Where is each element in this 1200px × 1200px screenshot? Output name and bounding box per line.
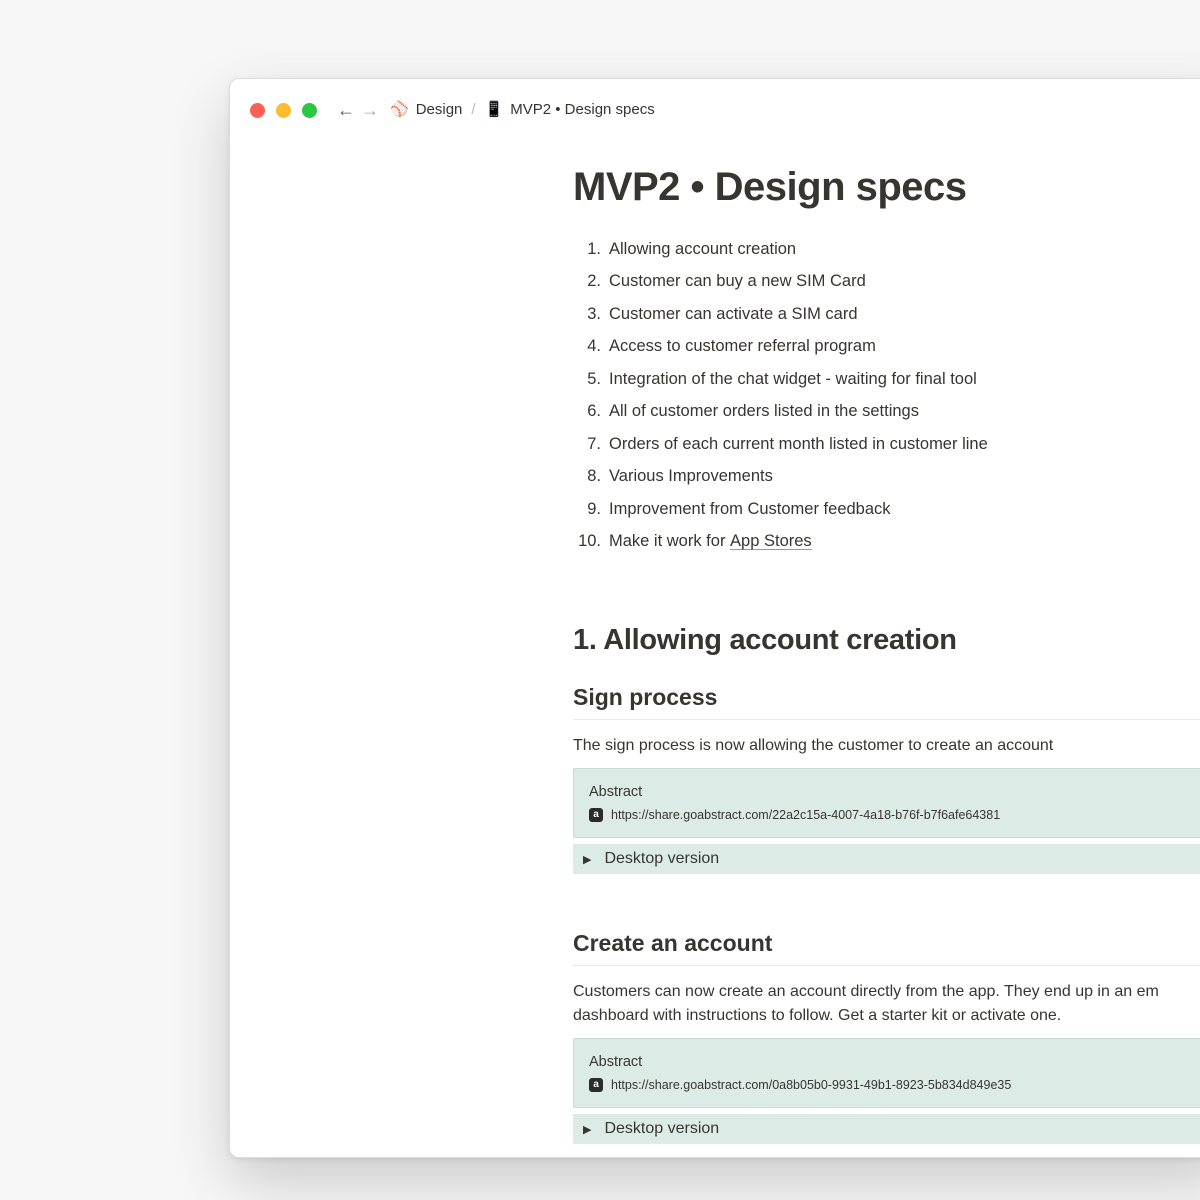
breadcrumb-item-current-page[interactable]: MVP2 • Design specs [510,101,654,118]
abstract-logo-icon: a [589,1078,603,1092]
list-number: 9. [587,499,601,518]
list-item-text: Integration of the chat widget - waiting… [609,369,977,388]
create-account-text-line-2: dashboard with instructions to follow. G… [573,1007,1062,1024]
breadcrumb-separator: / [471,100,476,118]
embed-link[interactable]: a https://share.goabstract.com/0a8b05b0-… [589,1077,1200,1093]
title-bar: ← → ⚾ Design / 📱 MVP2 • Design specs [230,79,1200,141]
create-account-text: Customers can now create an account dire… [573,980,1200,1028]
subsection-heading-create-account: Create an account [573,928,1200,966]
list-number: 3. [587,304,601,323]
page-title: MVP2 • Design specs [573,165,967,209]
list-item-text: All of customer orders listed in the set… [609,402,919,421]
table-of-contents: 1. Allowing account creation 2. Customer c… [573,233,1200,558]
list-item: 3. Customer can activate a SIM card [573,298,1200,331]
list-item-text: Various Improvements [609,467,773,486]
list-item: 4. Access to customer referral program [573,331,1200,364]
forward-arrow-icon[interactable]: → [361,99,379,121]
embed-url[interactable]: https://share.goabstract.com/22a2c15a-40… [611,807,1000,823]
toggle-arrow-icon[interactable]: ▶ [583,853,591,866]
list-item-text: Make it work for [609,532,731,551]
maximize-window-button[interactable] [302,103,317,118]
list-item: 10. Make it work for App Stores [573,526,1200,559]
list-item: 7. Orders of each current month listed in… [573,428,1200,461]
list-item-text: Customer can buy a new SIM Card [609,272,866,291]
embed-title: Abstract [589,1054,643,1070]
list-item: 9. Improvement from Customer feedback [573,493,1200,526]
list-number: 4. [587,337,601,356]
abstract-logo-icon: a [589,808,603,822]
list-number: 8. [587,467,601,486]
list-number: 10. [578,532,601,551]
toggle-label: Desktop version [604,850,720,867]
list-item-text: Access to customer referral program [609,337,876,356]
sign-process-text: The sign process is now allowing the cus… [573,737,1054,754]
list-item-text: Allowing account creation [609,239,797,258]
page-content: MVP2 • Design specs 1. Allowing account c… [573,163,1200,1144]
abstract-embed[interactable]: Abstract a https://share.goabstract.com/… [573,768,1200,838]
abstract-embed[interactable]: Abstract a https://share.goabstract.com/… [573,1038,1200,1108]
list-item-text: Orders of each current month listed in c… [609,434,988,453]
list-item-text: Customer can activate a SIM card [609,304,858,323]
list-item: 5. Integration of the chat widget - waiti… [573,363,1200,396]
back-arrow-icon[interactable]: ← [337,99,355,121]
toggle-arrow-icon[interactable]: ▶ [583,1123,591,1136]
phone-icon: 📱 [484,101,504,118]
list-number: 7. [587,434,601,453]
minimize-window-button[interactable] [276,103,291,118]
list-number: 6. [587,402,601,421]
list-item: 8. Various Improvements [573,461,1200,494]
app-window: ← → ⚾ Design / 📱 MVP2 • Design specs MVP… [229,78,1200,1158]
app-stores-link[interactable]: App Stores [730,532,812,551]
breadcrumb-item-design[interactable]: Design [416,101,463,118]
list-item: 6. All of customer orders listed in the s… [573,396,1200,429]
embed-link[interactable]: a https://share.goabstract.com/22a2c15a-… [589,807,1200,823]
breadcrumb: ⚾ Design / 📱 MVP2 • Design specs [390,100,655,119]
list-item-text: Improvement from Customer feedback [609,499,891,518]
baseball-icon: ⚾ [390,101,409,118]
close-window-button[interactable] [250,103,265,118]
section-heading: 1. Allowing account creation [573,624,957,656]
toggle-desktop-version[interactable]: ▶ Desktop version [573,1114,1200,1144]
toggle-desktop-version[interactable]: ▶ Desktop version [573,844,1200,874]
subsection-heading-sign-process: Sign process [573,682,1200,720]
embed-title: Abstract [589,784,643,800]
list-item: 1. Allowing account creation [573,233,1200,266]
toggle-label: Desktop version [604,1120,720,1137]
list-number: 2. [587,272,601,291]
list-number: 5. [587,369,601,388]
create-account-text-line-1: Customers can now create an account dire… [573,983,1159,1000]
embed-url[interactable]: https://share.goabstract.com/0a8b05b0-99… [611,1077,1011,1093]
list-number: 1. [587,239,601,258]
list-item: 2. Customer can buy a new SIM Card [573,266,1200,299]
